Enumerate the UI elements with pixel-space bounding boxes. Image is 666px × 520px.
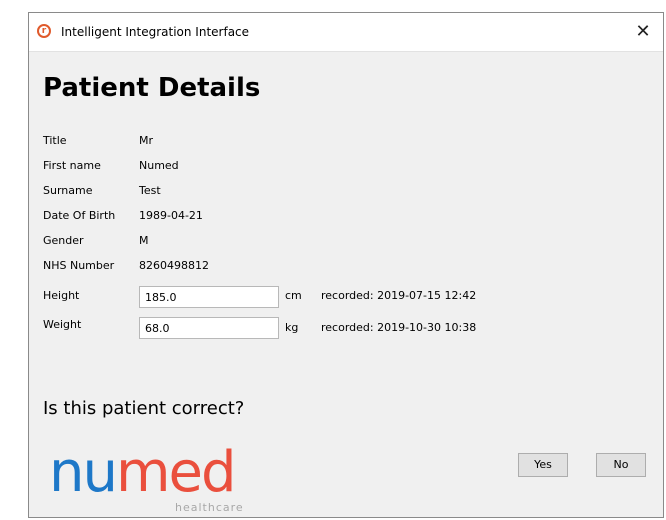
- close-button[interactable]: ✕: [623, 13, 663, 51]
- logo-wordmark: numed: [49, 440, 237, 505]
- title-value: Mr: [139, 134, 154, 147]
- confirmation-question: Is this patient correct?: [43, 398, 245, 419]
- logo-med: med: [115, 440, 237, 505]
- gender-label: Gender: [43, 234, 84, 247]
- height-recorded: recorded: 2019-07-15 12:42: [321, 289, 477, 302]
- nhs-number-label: NHS Number: [43, 259, 115, 272]
- weight-recorded: recorded: 2019-10-30 10:38: [321, 321, 477, 334]
- height-input[interactable]: [139, 286, 279, 308]
- logo-subtitle: healthcare: [175, 501, 244, 514]
- logo-nu: nu: [49, 440, 118, 505]
- page-title: Patient Details: [43, 73, 261, 103]
- first-name-label: First name: [43, 159, 101, 172]
- window-title: Intelligent Integration Interface: [61, 25, 250, 39]
- patient-details-dialog: r Intelligent Integration Interface ✕ Pa…: [28, 12, 664, 518]
- height-unit: cm: [285, 289, 302, 302]
- no-button[interactable]: No: [596, 453, 646, 477]
- first-name-value: Numed: [139, 159, 179, 172]
- surname-label: Surname: [43, 184, 93, 197]
- title-label: Title: [43, 134, 67, 147]
- surname-value: Test: [139, 184, 161, 197]
- gender-value: M: [139, 234, 149, 247]
- weight-unit: kg: [285, 321, 299, 334]
- numed-logo: numed healthcare: [49, 440, 279, 517]
- app-logo-icon: r: [37, 24, 51, 38]
- nhs-number-value: 8260498812: [139, 259, 209, 272]
- height-label: Height: [43, 289, 80, 302]
- date-of-birth-label: Date Of Birth: [43, 209, 116, 222]
- weight-label: Weight: [43, 318, 82, 331]
- title-bar: r Intelligent Integration Interface ✕: [29, 13, 663, 52]
- weight-input[interactable]: [139, 317, 279, 339]
- yes-button[interactable]: Yes: [518, 453, 568, 477]
- date-of-birth-value: 1989-04-21: [139, 209, 203, 222]
